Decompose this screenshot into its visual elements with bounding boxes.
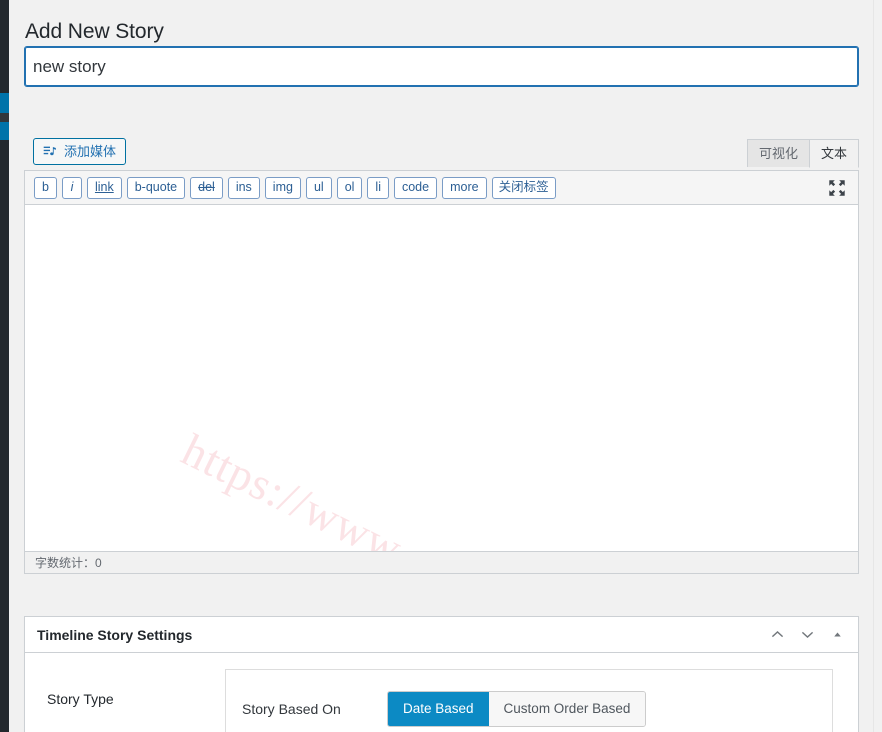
- metabox-title: Timeline Story Settings: [37, 627, 192, 643]
- post-editor: 添加媒体 可视化 文本 bilinkb-quotedelinsimgulolli…: [24, 130, 859, 591]
- editor-mode-tabs: 可视化 文本: [748, 139, 859, 167]
- admin-menu-item-active-secondary[interactable]: [0, 122, 9, 140]
- story-based-on-label: Story Based On: [242, 701, 387, 717]
- quicktag-b[interactable]: b: [34, 177, 57, 199]
- admin-menu-rail: [0, 0, 9, 732]
- add-media-button[interactable]: 添加媒体: [33, 138, 126, 165]
- story-type-label: Story Type: [25, 669, 225, 707]
- add-media-label: 添加媒体: [64, 145, 116, 158]
- tab-text[interactable]: 文本: [809, 139, 859, 168]
- quicktag-code[interactable]: code: [394, 177, 437, 199]
- quicktag-link[interactable]: link: [87, 177, 122, 199]
- quicktag-关闭标签[interactable]: 关闭标签: [492, 177, 556, 199]
- quicktag-b-quote[interactable]: b-quote: [127, 177, 185, 199]
- story-based-on-panel: Story Based On Date Based Custom Order B…: [225, 669, 833, 732]
- story-type-row: Story Type Story Based On Date Based Cus…: [25, 669, 858, 732]
- quicktag-i[interactable]: i: [62, 177, 82, 199]
- quicktag-img[interactable]: img: [265, 177, 301, 199]
- story-based-on-toggle-group: Date Based Custom Order Based: [387, 691, 646, 727]
- toggle-date-based[interactable]: Date Based: [388, 692, 489, 726]
- admin-page: Add New Story 添加媒体 可视化: [0, 0, 882, 732]
- timeline-story-settings-metabox: Timeline Story Settings: [24, 616, 859, 732]
- editor-media-row: 添加媒体 可视化 文本: [24, 130, 859, 170]
- quicktag-ol[interactable]: ol: [337, 177, 363, 199]
- tab-visual[interactable]: 可视化: [747, 139, 810, 167]
- page-scrollbar[interactable]: [873, 0, 882, 732]
- post-content-textarea[interactable]: [25, 205, 858, 551]
- triangle-toggle-icon[interactable]: [824, 622, 850, 648]
- page-title: Add New Story: [25, 18, 164, 45]
- metabox-body: Story Type Story Based On Date Based Cus…: [25, 653, 858, 732]
- toggle-custom-order-based[interactable]: Custom Order Based: [489, 692, 646, 726]
- page-content: Add New Story 添加媒体 可视化: [9, 0, 882, 732]
- metabox-actions: [764, 617, 850, 652]
- admin-menu-separator: [0, 113, 9, 122]
- quicktags-toolbar: bilinkb-quotedelinsimgulollicodemore 关闭标签: [24, 170, 859, 204]
- chevron-down-icon[interactable]: [794, 622, 820, 648]
- admin-menu-item-active[interactable]: [0, 93, 9, 113]
- quicktag-del[interactable]: del: [190, 177, 223, 199]
- post-title-input[interactable]: [24, 46, 859, 87]
- word-count-bar: 字数统计：0: [24, 552, 859, 574]
- chevron-up-icon[interactable]: [764, 622, 790, 648]
- word-count-label: 字数统计：0: [35, 554, 102, 571]
- metabox-header[interactable]: Timeline Story Settings: [25, 617, 858, 653]
- quicktag-ul[interactable]: ul: [306, 177, 332, 199]
- title-field-wrapper: [24, 46, 859, 87]
- quicktag-li[interactable]: li: [367, 177, 389, 199]
- quicktag-ins[interactable]: ins: [228, 177, 260, 199]
- quicktag-more[interactable]: more: [442, 177, 486, 199]
- admin-media-icon: [41, 143, 59, 161]
- fullscreen-expand-icon[interactable]: [826, 177, 848, 199]
- editor-textarea-area: https://www.pythonthree.com 晓得博客: [24, 204, 859, 552]
